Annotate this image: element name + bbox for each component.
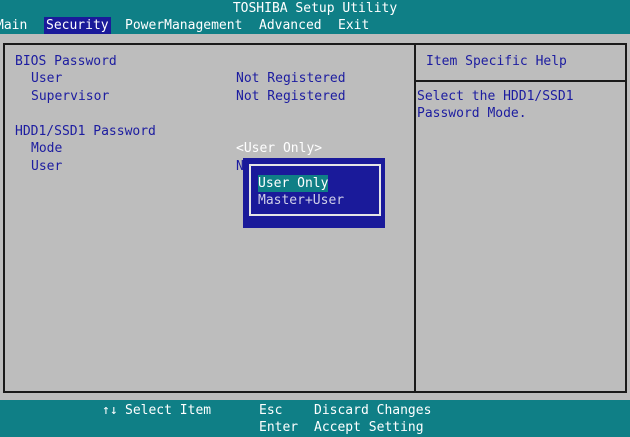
panel-divider (414, 45, 416, 391)
menu-advanced[interactable]: Advanced (257, 17, 324, 34)
bios-password-heading: BIOS Password (15, 54, 117, 69)
bios-supervisor-value[interactable]: Not Registered (236, 88, 346, 105)
select-item-hint: Select Item (125, 403, 212, 418)
bios-user-value[interactable]: Not Registered (236, 70, 346, 87)
help-text-line2: Password Mode. (417, 106, 527, 121)
help-separator (416, 80, 627, 82)
menu-security[interactable]: Security (44, 17, 111, 34)
arrows-icon: ↑↓ (102, 403, 118, 418)
menu-bar: Main Security PowerManagement Advanced E… (0, 17, 630, 34)
enter-key: Enter (259, 420, 299, 435)
menu-power-management[interactable]: PowerManagement (123, 17, 244, 34)
hdd-mode-label: Mode (31, 141, 63, 156)
option-master-user[interactable]: Master+User (258, 192, 344, 209)
menu-main[interactable]: Main (0, 17, 29, 34)
menu-exit[interactable]: Exit (336, 17, 371, 34)
help-title: Item Specific Help (426, 54, 567, 69)
esc-key: Esc (259, 403, 283, 418)
status-bar: ↑↓ Select Item Esc Discard Changes Enter… (0, 400, 630, 437)
hdd-mode-value[interactable]: <User Only> (236, 140, 322, 157)
discard-changes-hint: Discard Changes (314, 403, 432, 418)
accept-setting-hint: Accept Setting (314, 420, 424, 435)
mode-options-popup: User Only Master+User (243, 158, 385, 228)
option-user-only[interactable]: User Only (258, 175, 329, 192)
bios-supervisor-label: Supervisor (31, 89, 110, 104)
hdd-password-heading: HDD1/SSD1 Password (15, 124, 156, 139)
help-text-line1: Select the HDD1/SSD1 (417, 89, 574, 104)
window-title: TOSHIBA Setup Utility (0, 0, 630, 17)
hdd-user-label: User (31, 159, 63, 174)
bios-user-label: User (31, 71, 63, 86)
